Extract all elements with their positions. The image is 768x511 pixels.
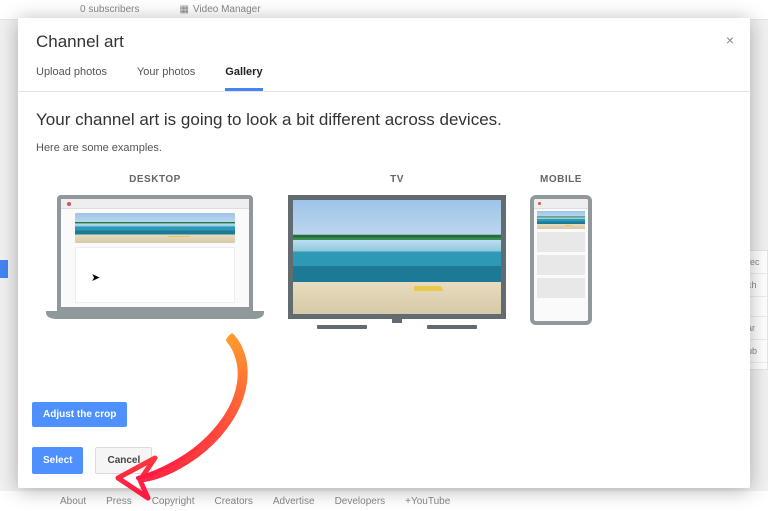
modal-header: Channel art (18, 18, 750, 52)
device-previews: DESKTOP ➤ TV (36, 174, 732, 329)
adjust-crop-button[interactable]: Adjust the crop (32, 402, 127, 427)
channel-art-modal: × Channel art Upload photos Your photos … (18, 18, 750, 488)
subtext: Here are some examples. (36, 142, 732, 154)
bg-header: 0 subscribers ▦ Video Manager (0, 0, 768, 20)
bg-left-indicator (0, 260, 8, 278)
cursor-icon: ➤ (91, 271, 100, 284)
tv-screen (288, 195, 506, 319)
mobile-block (537, 278, 585, 298)
laptop-topbar (61, 199, 249, 209)
laptop-screen: ➤ (57, 195, 253, 311)
laptop-banner (75, 213, 235, 243)
preview-label-desktop: DESKTOP (129, 174, 181, 185)
tab-your-photos[interactable]: Your photos (137, 66, 195, 91)
modal-footer: Adjust the crop Select Cancel (18, 390, 750, 488)
modal-title: Channel art (36, 32, 732, 52)
tab-upload-photos[interactable]: Upload photos (36, 66, 107, 91)
tv-neck (392, 319, 402, 323)
footer-link[interactable]: Advertise (273, 496, 315, 507)
footer-link[interactable]: About (60, 496, 86, 507)
mobile-mockup (530, 195, 592, 325)
mobile-block (537, 232, 585, 252)
preview-desktop: DESKTOP ➤ (46, 174, 264, 319)
tv-mockup (288, 195, 506, 329)
grid-icon: ▦ (179, 4, 188, 15)
footer-link[interactable]: Copyright (152, 496, 195, 507)
cancel-button[interactable]: Cancel (95, 447, 152, 474)
footer-link[interactable]: Press (106, 496, 132, 507)
footer-link[interactable]: +YouTube (405, 496, 450, 507)
mobile-topbar (534, 199, 588, 209)
modal-body: Your channel art is going to look a bit … (18, 92, 750, 390)
bg-footer: About Press Copyright Creators Advertise… (0, 491, 768, 511)
preview-mobile: MOBILE (530, 174, 592, 325)
footer-link[interactable]: Creators (215, 496, 253, 507)
logo-icon (67, 202, 71, 206)
headline: Your channel art is going to look a bit … (36, 110, 732, 130)
mobile-banner (537, 211, 585, 229)
laptop-base (46, 311, 264, 319)
laptop-mockup: ➤ (46, 195, 264, 319)
tv-stand (288, 325, 506, 329)
subscriber-count: 0 subscribers (80, 4, 139, 15)
tabs: Upload photos Your photos Gallery (18, 52, 750, 92)
preview-label-mobile: MOBILE (540, 174, 582, 185)
preview-tv: TV (288, 174, 506, 329)
close-button[interactable]: × (726, 32, 734, 48)
tab-gallery[interactable]: Gallery (225, 66, 262, 91)
select-button[interactable]: Select (32, 447, 83, 474)
preview-label-tv: TV (390, 174, 404, 185)
mobile-block (537, 255, 585, 275)
footer-link[interactable]: Developers (335, 496, 386, 507)
video-manager-link[interactable]: ▦ Video Manager (179, 4, 260, 15)
